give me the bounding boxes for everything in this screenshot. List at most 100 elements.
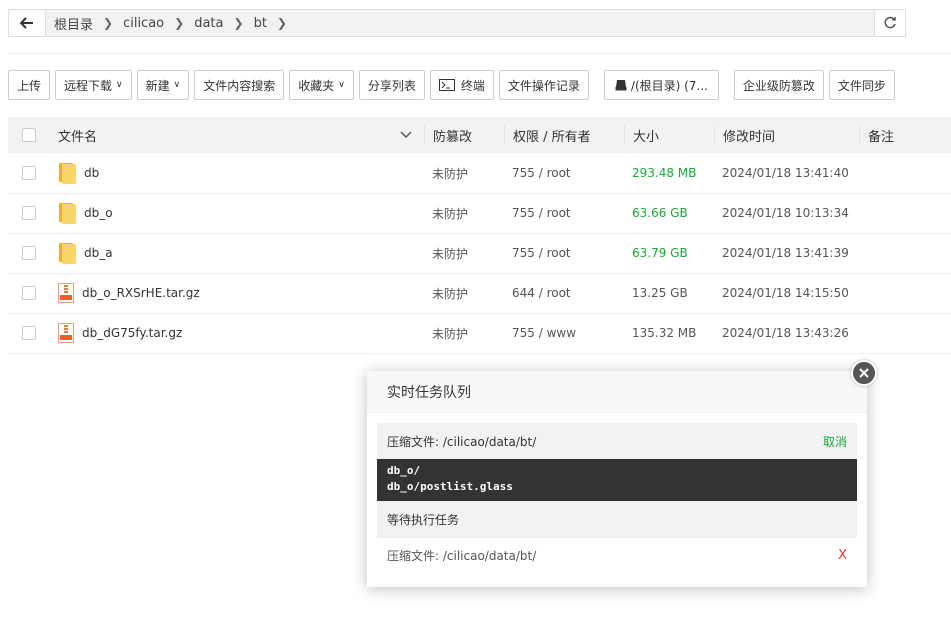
col-mtime[interactable]: 修改时间 [714,125,859,145]
file-name[interactable]: db_o_RXSrHE.tar.gz [82,286,200,300]
content-search-label: 文件内容搜索 [203,78,276,93]
table-row[interactable]: db_dG75fy.tar.gz 未防护 755 / www 135.32 MB… [8,313,951,354]
permission[interactable]: 755 / www [504,326,624,340]
terminal-button[interactable]: 终端 [429,70,494,100]
chevron-down-icon: ∨ [116,80,123,90]
file-size[interactable]: 63.66 GB [624,206,714,220]
remove-task-button[interactable]: X [838,548,847,563]
file-name[interactable]: db_o [84,206,113,220]
protect-status[interactable]: 未防护 [424,165,504,182]
favorites-button[interactable]: 收藏夹 ∨ [289,70,354,100]
enterprise-protect-button[interactable]: 企业级防篡改 [733,70,824,100]
dialog-close-button[interactable] [851,360,877,386]
col-note[interactable]: 备注 [859,125,951,145]
chevron-right-icon: ❯ [103,16,114,30]
row-checkbox[interactable] [22,206,36,220]
folder-icon [58,162,76,184]
terminal-icon [438,79,455,91]
file-size: 135.32 MB [632,326,697,340]
select-all-checkbox[interactable] [22,128,36,142]
disk-button[interactable]: /(根目录) (7... [603,70,719,100]
share-list-button[interactable]: 分享列表 [358,70,425,100]
row-checkbox[interactable] [22,246,36,260]
log-line: db_o/postlist.glass [387,480,513,493]
modified-time: 2024/01/18 13:41:39 [722,246,849,260]
refresh-button[interactable] [874,10,905,36]
crumb-data[interactable]: data [194,16,223,31]
arrow-left-icon [20,17,33,29]
protect-status[interactable]: 未防护 [424,325,504,342]
crumb-bt[interactable]: bt [254,16,267,31]
toolbar: 上传 远程下载 ∨ 新建 ∨ 文件内容搜索 收藏夹 ∨ 分享列表 终端 文件操作记录 … [8,70,895,100]
table-header: 文件名 防篡改 权限 / 所有者 大小 修改时间 备注 [8,117,951,153]
breadcrumb: 根目录 ❯ cilicao ❯ data ❯ bt ❯ [46,10,874,36]
chevron-down-icon[interactable] [400,131,412,139]
waiting-task: 压缩文件: /cilicao/data/bt/ X [377,537,857,573]
running-task-label: 压缩文件: /cilicao/data/bt/ [387,434,537,449]
chevron-down-icon: ∨ [338,80,345,90]
archive-icon [58,283,74,303]
file-size[interactable]: 293.48 MB [624,166,714,180]
terminal-label: 终端 [460,78,485,93]
chevron-right-icon: ❯ [276,16,287,30]
task-log: db_o/ db_o/postlist.glass [377,459,857,501]
permission[interactable]: 755 / root [504,246,624,260]
operation-log-button[interactable]: 文件操作记录 [498,70,589,100]
new-label: 新建 [145,78,170,93]
chevron-down-icon: ∨ [173,80,181,90]
upload-label: 上传 [17,78,42,93]
modified-time: 2024/01/18 13:41:40 [722,166,849,180]
running-task: 压缩文件: /cilicao/data/bt/ 取消 [377,423,857,459]
archive-icon [58,323,74,343]
row-checkbox[interactable] [22,326,36,340]
back-button[interactable] [9,10,46,36]
disk-label: /(根目录) (7... [630,78,708,93]
file-size: 13.25 GB [632,286,688,300]
permission[interactable]: 644 / root [504,286,624,300]
crumb-cilicao[interactable]: cilicao [123,16,164,31]
row-checkbox[interactable] [22,166,36,180]
col-name-label: 文件名 [58,129,98,145]
remote-download-button[interactable]: 远程下载 ∨ [55,70,132,100]
row-checkbox[interactable] [22,286,36,300]
file-name[interactable]: db [84,166,99,180]
table-row[interactable]: db_o 未防护 755 / root 63.66 GB 2024/01/18 … [8,193,951,234]
table-row[interactable]: db 未防护 755 / root 293.48 MB 2024/01/18 1… [8,153,951,194]
waiting-title: 等待执行任务 [377,501,857,537]
refresh-icon [884,16,896,29]
file-sync-label: 文件同步 [837,78,886,93]
file-sync-button[interactable]: 文件同步 [828,70,895,100]
share-list-label: 分享列表 [367,78,416,93]
file-name[interactable]: db_a [84,246,113,260]
remote-download-label: 远程下载 [64,78,113,93]
modified-time: 2024/01/18 13:43:26 [722,326,849,340]
folder-icon [58,202,76,224]
divider [8,53,951,54]
content-search-button[interactable]: 文件内容搜索 [194,70,285,100]
file-name[interactable]: db_dG75fy.tar.gz [82,326,182,340]
col-protect[interactable]: 防篡改 [424,125,504,145]
crumb-root[interactable]: 根目录 [54,14,93,33]
operation-log-label: 文件操作记录 [507,78,580,93]
log-line: db_o/ [387,464,421,477]
new-button[interactable]: 新建 ∨ [136,70,190,100]
file-size[interactable]: 63.79 GB [624,246,714,260]
table-row[interactable]: db_o_RXSrHE.tar.gz 未防护 644 / root 13.25 … [8,273,951,314]
modified-time: 2024/01/18 14:15:50 [722,286,849,300]
protect-status[interactable]: 未防护 [424,285,504,302]
chevron-right-icon: ❯ [233,16,244,30]
upload-button[interactable]: 上传 [8,70,51,100]
path-bar: 根目录 ❯ cilicao ❯ data ❯ bt ❯ [8,9,906,37]
cancel-task-link[interactable]: 取消 [823,433,847,450]
favorites-label: 收藏夹 [298,78,335,93]
protect-status[interactable]: 未防护 [424,205,504,222]
table-row[interactable]: db_a 未防护 755 / root 63.79 GB 2024/01/18 … [8,233,951,274]
permission[interactable]: 755 / root [504,166,624,180]
protect-status[interactable]: 未防护 [424,245,504,262]
col-name[interactable]: 文件名 [50,126,424,145]
col-size[interactable]: 大小 [624,125,714,145]
col-perm[interactable]: 权限 / 所有者 [504,125,624,145]
permission[interactable]: 755 / root [504,206,624,220]
task-queue-dialog: 实时任务队列 压缩文件: /cilicao/data/bt/ 取消 db_o/ … [367,371,867,587]
waiting-task-label: 压缩文件: /cilicao/data/bt/ [387,549,537,563]
